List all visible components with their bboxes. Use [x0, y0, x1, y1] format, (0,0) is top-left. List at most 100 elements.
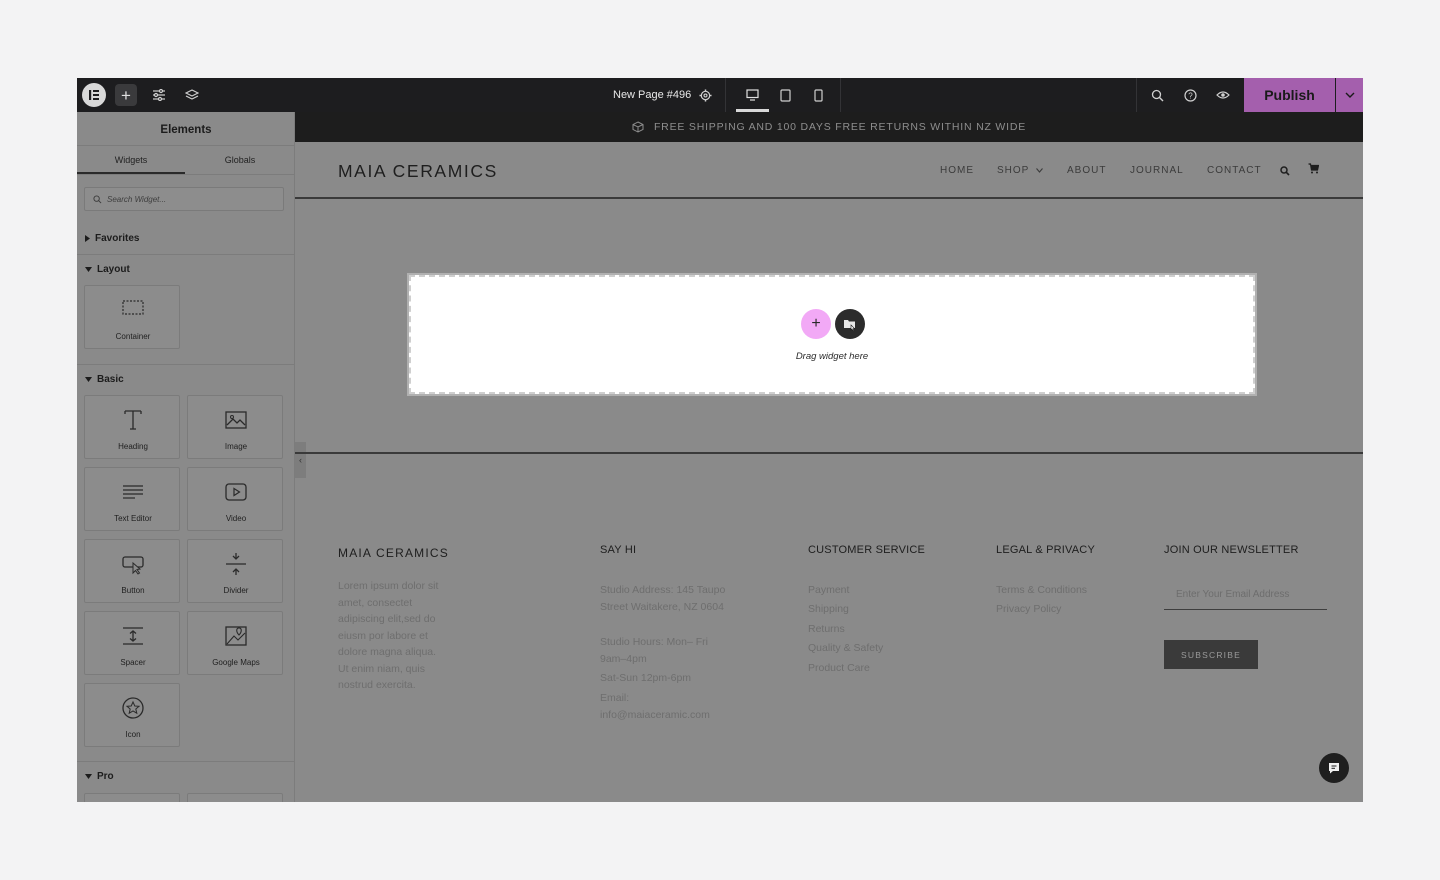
nav-about[interactable]: ABOUT [1067, 165, 1106, 176]
divider [77, 174, 294, 175]
editor-app: + New Page #496 ? Publish Elements Widge… [77, 78, 1363, 802]
footer-link-product-care[interactable]: Product Care [808, 660, 870, 677]
search-icon[interactable] [1280, 166, 1290, 176]
widget-search-input[interactable] [107, 188, 277, 210]
help-icon[interactable]: ? [1179, 78, 1201, 112]
caret-down-icon [85, 377, 92, 382]
caret-down-icon [85, 267, 92, 272]
add-section-button[interactable]: + [801, 309, 831, 339]
folder-icon [844, 320, 856, 331]
widget-heading[interactable]: Heading [84, 395, 180, 459]
widget-divider[interactable]: Divider [187, 539, 283, 603]
widget-label: Spacer [120, 658, 146, 667]
mobile-device-icon[interactable] [807, 78, 829, 112]
editor-topbar: + New Page #496 ? Publish [77, 78, 1363, 112]
widget-label: Image [224, 442, 248, 451]
category-label: Layout [97, 264, 130, 275]
chat-widget-button[interactable] [1319, 753, 1349, 783]
footer-link-privacy[interactable]: Privacy Policy [996, 601, 1061, 618]
caret-down-icon [85, 774, 92, 779]
preview-eye-icon[interactable] [1212, 78, 1234, 112]
category-pro[interactable]: Pro [85, 771, 114, 782]
widget-pro-placeholder[interactable] [187, 793, 283, 802]
divider [77, 254, 294, 255]
text-editor-icon [123, 485, 143, 499]
nav-shop[interactable]: SHOP [997, 165, 1029, 176]
footer-divider [295, 452, 1363, 454]
separator [1136, 78, 1137, 112]
footer-heading-say-hi: SAY HI [600, 544, 637, 556]
separator [840, 78, 841, 112]
video-icon [225, 483, 247, 501]
box-icon [632, 121, 644, 133]
widget-google-maps[interactable]: Google Maps [187, 611, 283, 675]
nav-contact[interactable]: CONTACT [1207, 165, 1262, 176]
structure-layers-icon[interactable] [181, 78, 203, 112]
footer-link-payment[interactable]: Payment [808, 582, 849, 599]
widget-label: Text Editor [114, 514, 152, 523]
tablet-device-icon[interactable] [774, 78, 796, 112]
template-library-button[interactable] [835, 309, 865, 339]
footer-email[interactable]: Email: info@maiaceramic.com [600, 690, 735, 723]
widget-label: Google Maps [212, 658, 260, 667]
widget-label: Divider [223, 586, 249, 595]
container-icon [122, 300, 144, 315]
widget-container[interactable]: Container [84, 285, 180, 349]
page-settings-gear-icon[interactable] [696, 78, 714, 112]
site-brand-logo[interactable]: MAIA CERAMICS [338, 161, 498, 182]
widget-icon[interactable]: Icon [84, 683, 180, 747]
publish-options-chevron-icon[interactable] [1336, 78, 1363, 112]
search-icon [93, 195, 102, 204]
divider [77, 364, 294, 365]
widget-pro-placeholder[interactable] [84, 793, 180, 802]
page-title[interactable]: New Page #496 [613, 78, 691, 112]
widget-search-box[interactable] [84, 187, 284, 211]
category-label: Favorites [95, 233, 140, 244]
category-basic[interactable]: Basic [85, 374, 124, 385]
newsletter-email-input[interactable] [1164, 580, 1327, 610]
finder-search-icon[interactable] [1146, 78, 1168, 112]
cart-icon[interactable] [1308, 163, 1319, 174]
footer-hours-weekday: Studio Hours: Mon– Fri 9am–4pm [600, 636, 708, 665]
category-label: Basic [97, 374, 124, 385]
svg-text:?: ? [1188, 91, 1193, 100]
footer-address: Studio Address: 145 Taupo Street Waitake… [600, 584, 726, 613]
button-icon [122, 556, 144, 575]
category-favorites[interactable]: Favorites [85, 233, 139, 244]
site-settings-icon[interactable] [148, 78, 170, 112]
add-element-button[interactable]: + [115, 84, 137, 106]
widget-text-editor[interactable]: Text Editor [84, 467, 180, 531]
caret-right-icon [85, 235, 90, 242]
tab-widgets[interactable]: Widgets [77, 146, 185, 174]
footer-link-returns[interactable]: Returns [808, 621, 845, 638]
footer-link-terms[interactable]: Terms & Conditions [996, 582, 1087, 599]
footer-heading-customer-service: CUSTOMER SERVICE [808, 544, 926, 556]
widget-video[interactable]: Video [187, 467, 283, 531]
subscribe-button[interactable]: SUBSCRIBE [1164, 640, 1258, 669]
widget-label: Icon [125, 730, 141, 739]
empty-section-drop-zone[interactable]: + Drag widget here [407, 273, 1257, 396]
desktop-device-icon[interactable] [741, 78, 763, 112]
category-label: Pro [97, 771, 114, 782]
divider-icon [226, 553, 246, 575]
footer-brand: MAIA CERAMICS [338, 546, 449, 560]
elementor-logo-icon[interactable] [82, 83, 106, 107]
footer-link-shipping[interactable]: Shipping [808, 601, 849, 618]
footer-hours-weekend: Sat-Sun 12pm-6pm [600, 672, 692, 684]
publish-button[interactable]: Publish [1244, 78, 1335, 112]
separator [725, 78, 726, 112]
category-layout[interactable]: Layout [85, 264, 130, 275]
widget-image[interactable]: Image [187, 395, 283, 459]
image-icon [225, 411, 247, 429]
widget-label: Button [121, 586, 145, 595]
widget-button[interactable]: Button [84, 539, 180, 603]
widget-spacer[interactable]: Spacer [84, 611, 180, 675]
footer-heading-legal: LEGAL & PRIVACY [996, 544, 1095, 556]
nav-home[interactable]: HOME [940, 165, 974, 176]
footer-link-quality-safety[interactable]: Quality & Safety [808, 640, 883, 657]
footer-heading-newsletter: JOIN OUR NEWSLETTER [1164, 544, 1299, 556]
site-header: MAIA CERAMICS HOME SHOP ABOUT JOURNAL CO… [295, 142, 1363, 199]
tab-globals[interactable]: Globals [185, 146, 294, 174]
nav-journal[interactable]: JOURNAL [1130, 165, 1184, 176]
announcement-text: FREE SHIPPING AND 100 DAYS FREE RETURNS … [653, 121, 1027, 133]
